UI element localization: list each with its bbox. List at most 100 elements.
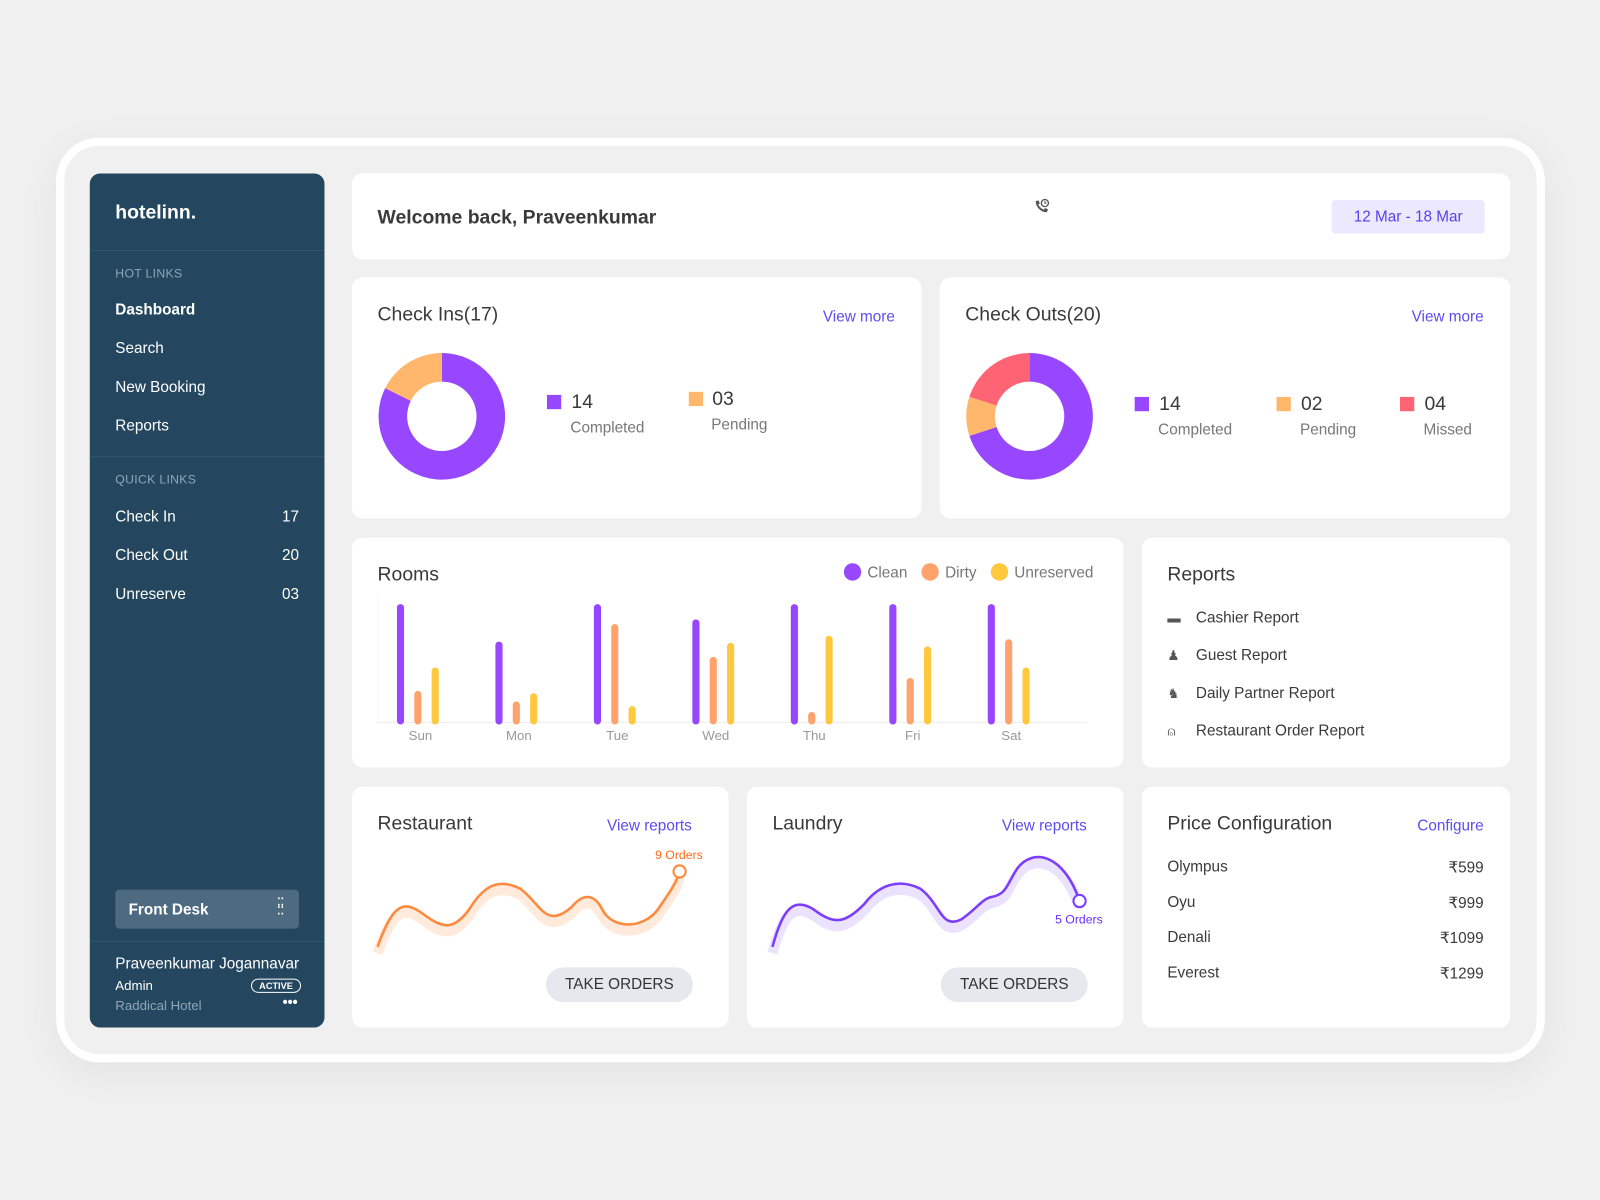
status-badge: ACTIVE <box>251 978 302 993</box>
bar-tue-clean <box>593 604 602 725</box>
sidebar-item-dashboard[interactable]: Dashboard <box>115 301 195 318</box>
legend-swatch-pending <box>1276 396 1291 412</box>
view-more-link[interactable]: View more <box>1412 308 1484 325</box>
room-price: ₹999 <box>1448 894 1484 912</box>
room-price: ₹1299 <box>1439 964 1484 983</box>
configure-link[interactable]: Configure <box>1417 817 1483 834</box>
price-row: Everest ₹1299 <box>1167 964 1483 984</box>
restaurant-card: Restaurant View reports 9 Orders TAKE OR… <box>352 786 729 1028</box>
more-icon[interactable]: ••• <box>283 994 298 1010</box>
grid-dots-icon: ⁚⁚ ⁚⁚ <box>276 894 285 918</box>
bar-fri-clean <box>889 604 897 725</box>
rooms-bar-chart: Sun Mon Tue Wed Thu Fri Sat <box>377 593 1087 743</box>
checkouts-card: Check Outs(20) View more 14 Completed 02… <box>939 277 1511 519</box>
count: 03 <box>281 585 299 604</box>
room-price: ₹599 <box>1448 859 1484 877</box>
legend-dirty: Dirty <box>921 563 977 582</box>
x-tick-label: Mon <box>506 728 532 743</box>
report-label: Daily Partner Report <box>1195 684 1335 703</box>
completed-label: Completed <box>1158 421 1233 439</box>
card-title: Price Configuration <box>1167 813 1333 835</box>
missed-count: 04 <box>1424 393 1447 416</box>
partner-icon: ♞ <box>1167 685 1180 702</box>
checkins-donut <box>378 353 506 480</box>
orders-annotation: 5 Orders <box>1055 912 1103 927</box>
count: 17 <box>281 508 299 526</box>
quick-links-title: QUICK LINKS <box>115 472 197 487</box>
report-label: Guest Report <box>1195 646 1287 665</box>
sidebar-item-reports[interactable]: Reports <box>115 417 169 434</box>
role-select[interactable]: Front Desk ⁚⁚ ⁚⁚ <box>115 889 299 929</box>
bar-tue-unreserved <box>628 706 636 725</box>
checkouts-donut <box>966 353 1093 480</box>
take-orders-button[interactable]: TAKE ORDERS <box>545 967 693 1003</box>
divider <box>89 456 325 458</box>
pending-count: 02 <box>1301 393 1323 416</box>
sidebar-item-unreserve[interactable]: Unreserve 03 <box>115 586 299 606</box>
phone-clock-icon[interactable] <box>1034 198 1050 219</box>
x-tick-label: Sat <box>1001 728 1021 743</box>
legend-unreserved: Unreserved <box>990 563 1093 582</box>
user-role: Admin <box>115 977 153 993</box>
report-item[interactable]: ⍝ Restaurant Order Report <box>1167 722 1364 739</box>
x-tick-label: Sun <box>409 728 433 743</box>
sidebar-item-check-out[interactable]: Check Out 20 <box>115 547 299 567</box>
bar-tue-dirty <box>611 624 619 725</box>
cashier-icon: ▬ <box>1167 610 1181 626</box>
bar-thu-unreserved <box>825 635 833 725</box>
divider <box>89 940 325 942</box>
bar-wed-clean <box>692 619 700 725</box>
x-tick-label: Thu <box>803 728 826 743</box>
bar-mon-dirty <box>512 701 520 725</box>
bar-mon-unreserved <box>530 693 538 725</box>
report-item[interactable]: ♟ Guest Report <box>1167 647 1287 664</box>
service-bell-icon: ⍝ <box>1167 723 1176 739</box>
reports-card: Reports ▬ Cashier Report ♟ Guest Report ♞ Dai… <box>1141 537 1511 768</box>
guests-icon: ♟ <box>1167 647 1180 664</box>
divider <box>89 249 325 252</box>
room-name: Oyu <box>1167 893 1196 911</box>
role-label: Front Desk <box>128 901 209 919</box>
bar-thu-dirty <box>808 712 816 725</box>
bar-sat-dirty <box>1005 639 1013 725</box>
report-label: Cashier Report <box>1195 609 1299 627</box>
bar-sat-clean <box>987 604 995 725</box>
logo: hotelinn. <box>115 202 197 224</box>
price-config-card: Price Configuration Configure Olympus ₹59… <box>1141 786 1511 1028</box>
bar-fri-dirty <box>906 678 914 725</box>
report-item[interactable]: ♞ Daily Partner Report <box>1167 685 1334 702</box>
header: Welcome back, Praveenkumar 12 Mar - 18 M… <box>352 173 1511 260</box>
laundry-card: Laundry View reports 5 Orders TAKE ORDER… <box>746 786 1124 1028</box>
sidebar-item-search[interactable]: Search <box>115 340 164 357</box>
bar-fri-unreserved <box>923 646 932 725</box>
room-name: Everest <box>1167 963 1220 982</box>
completed-count: 14 <box>1159 393 1181 416</box>
bar-sun-unreserved <box>431 667 439 725</box>
chart-legend: Clean Dirty Unreserved <box>843 563 1093 582</box>
room-name: Denali <box>1167 928 1211 946</box>
room-name: Olympus <box>1167 858 1228 876</box>
sidebar-item-check-in[interactable]: Check In 17 <box>115 508 299 528</box>
x-tick-label: Wed <box>702 728 729 743</box>
date-range-picker[interactable]: 12 Mar - 18 Mar <box>1331 199 1485 234</box>
label: Check In <box>115 508 176 526</box>
report-item[interactable]: ▬ Cashier Report <box>1167 609 1299 626</box>
x-tick-label: Fri <box>905 728 921 743</box>
x-tick-label: Tue <box>606 728 628 743</box>
room-price: ₹1099 <box>1439 929 1484 947</box>
pending-label: Pending <box>711 416 768 434</box>
sidebar-item-new-booking[interactable]: New Booking <box>115 379 205 396</box>
page-title: Welcome back, Praveenkumar <box>377 207 657 229</box>
legend-swatch-completed <box>1134 396 1149 412</box>
completed-count: 14 <box>571 391 593 414</box>
legend-swatch-completed <box>546 394 562 410</box>
bar-sun-clean <box>396 604 405 725</box>
label: Unreserve <box>115 585 186 604</box>
view-more-link[interactable]: View more <box>823 308 895 325</box>
price-row: Denali ₹1099 <box>1167 929 1483 949</box>
price-row: Oyu ₹999 <box>1167 893 1483 913</box>
bar-thu-clean <box>790 604 798 725</box>
take-orders-button[interactable]: TAKE ORDERS <box>940 967 1088 1003</box>
price-row: Olympus ₹599 <box>1167 858 1483 878</box>
rooms-card: Rooms Clean Dirty Unreserved Sun Mon Tue We… <box>352 537 1124 768</box>
